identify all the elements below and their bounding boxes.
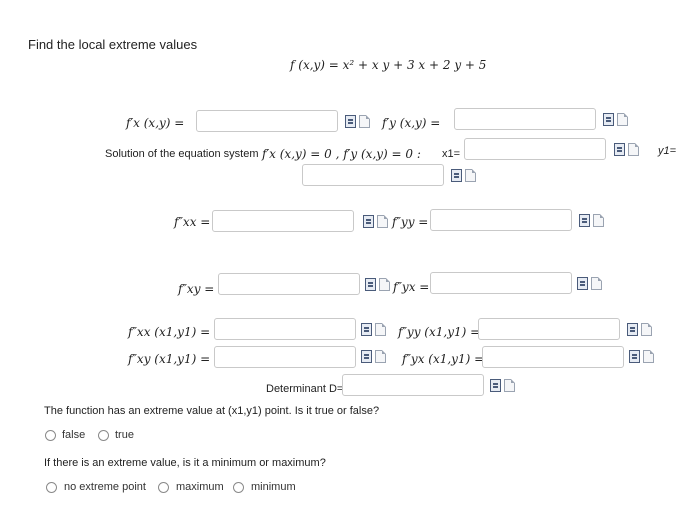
equation-editor-icon[interactable] — [577, 277, 588, 290]
function-definition: f (x,y) = x² + x y + 3 x + 2 y + 5 — [290, 58, 487, 72]
document-icon[interactable] — [465, 169, 476, 182]
equation-editor-icon[interactable] — [490, 379, 501, 392]
x1-tools — [614, 143, 639, 156]
fy-label: f′y (x,y) = — [382, 116, 441, 130]
fyy-input[interactable] — [430, 209, 572, 231]
radio-no-extreme[interactable] — [46, 482, 57, 493]
document-icon[interactable] — [591, 277, 602, 290]
fyy-label: f″yy = — [392, 215, 429, 229]
y1-input[interactable] — [302, 164, 444, 186]
radio-false[interactable] — [45, 430, 56, 441]
system-equation: f′x (x,y) = 0 , f′y (x,y) = 0 : — [262, 147, 421, 161]
fxx-tools — [363, 215, 388, 228]
radio-no-extreme-label: no extreme point — [64, 481, 146, 493]
fyx-tools — [577, 277, 602, 290]
radio-true[interactable] — [98, 430, 109, 441]
document-icon[interactable] — [628, 143, 639, 156]
equation-editor-icon[interactable] — [614, 143, 625, 156]
fxy-tools — [365, 278, 390, 291]
document-icon[interactable] — [504, 379, 515, 392]
document-icon[interactable] — [377, 215, 388, 228]
fy-input[interactable] — [454, 108, 596, 130]
document-icon[interactable] — [379, 278, 390, 291]
fxx-label: f″xx = — [174, 215, 211, 229]
equation-editor-icon[interactable] — [361, 323, 372, 336]
equation-editor-icon[interactable] — [451, 169, 462, 182]
document-icon[interactable] — [375, 350, 386, 363]
fyx-label: f″yx = — [393, 280, 430, 294]
document-icon[interactable] — [359, 115, 370, 128]
radio-false-label: false — [62, 429, 86, 441]
radio-minimum[interactable] — [233, 482, 244, 493]
fxy-label: f″xy = — [178, 282, 215, 296]
document-icon[interactable] — [617, 113, 628, 126]
fyx-at-label: f″yx (x1,y1) = — [402, 352, 485, 366]
fx-tools — [345, 115, 370, 128]
fyx-at-input[interactable] — [482, 346, 624, 368]
fyy-at-input[interactable] — [478, 318, 620, 340]
radio-maximum[interactable] — [158, 482, 169, 493]
y1-tools — [451, 169, 476, 182]
fxx-at-input[interactable] — [214, 318, 356, 340]
determinant-tools — [490, 379, 515, 392]
fyy-at-label: f″yy (x1,y1) = — [398, 325, 481, 339]
document-icon[interactable] — [375, 323, 386, 336]
fy-tools — [603, 113, 628, 126]
fx-label: f′x (x,y) = — [126, 116, 185, 130]
determinant-input[interactable] — [342, 374, 484, 396]
fxy-input[interactable] — [218, 273, 360, 295]
radio-minimum-label: minimum — [251, 481, 296, 493]
determinant-label: Determinant D= — [266, 383, 344, 395]
fxx-input[interactable] — [212, 210, 354, 232]
x1-label: x1= — [442, 148, 461, 160]
system-label: Solution of the equation system — [105, 148, 259, 160]
equation-editor-icon[interactable] — [579, 214, 590, 227]
x1-input[interactable] — [464, 138, 606, 160]
document-icon[interactable] — [643, 350, 654, 363]
fxx-at-tools — [361, 323, 386, 336]
fyy-at-tools — [627, 323, 652, 336]
question1-text: The function has an extreme value at (x1… — [44, 405, 380, 417]
question2-text: If there is an extreme value, is it a mi… — [44, 457, 326, 469]
fyy-tools — [579, 214, 604, 227]
radio-true-label: true — [115, 429, 134, 441]
fxy-at-tools — [361, 350, 386, 363]
fxy-at-label: f″xy (x1,y1) = — [128, 352, 211, 366]
fyx-at-tools — [629, 350, 654, 363]
equation-editor-icon[interactable] — [629, 350, 640, 363]
equation-editor-icon[interactable] — [363, 215, 374, 228]
equation-editor-icon[interactable] — [345, 115, 356, 128]
fxx-at-label: f″xx (x1,y1) = — [128, 325, 211, 339]
document-icon[interactable] — [641, 323, 652, 336]
document-icon[interactable] — [593, 214, 604, 227]
radio-maximum-label: maximum — [176, 481, 224, 493]
equation-editor-icon[interactable] — [361, 350, 372, 363]
equation-editor-icon[interactable] — [365, 278, 376, 291]
y1-label: y1= — [658, 145, 677, 157]
equation-editor-icon[interactable] — [627, 323, 638, 336]
fx-input[interactable] — [196, 110, 338, 132]
page-title: Find the local extreme values — [28, 37, 198, 52]
fxy-at-input[interactable] — [214, 346, 356, 368]
equation-editor-icon[interactable] — [603, 113, 614, 126]
fyx-input[interactable] — [430, 272, 572, 294]
